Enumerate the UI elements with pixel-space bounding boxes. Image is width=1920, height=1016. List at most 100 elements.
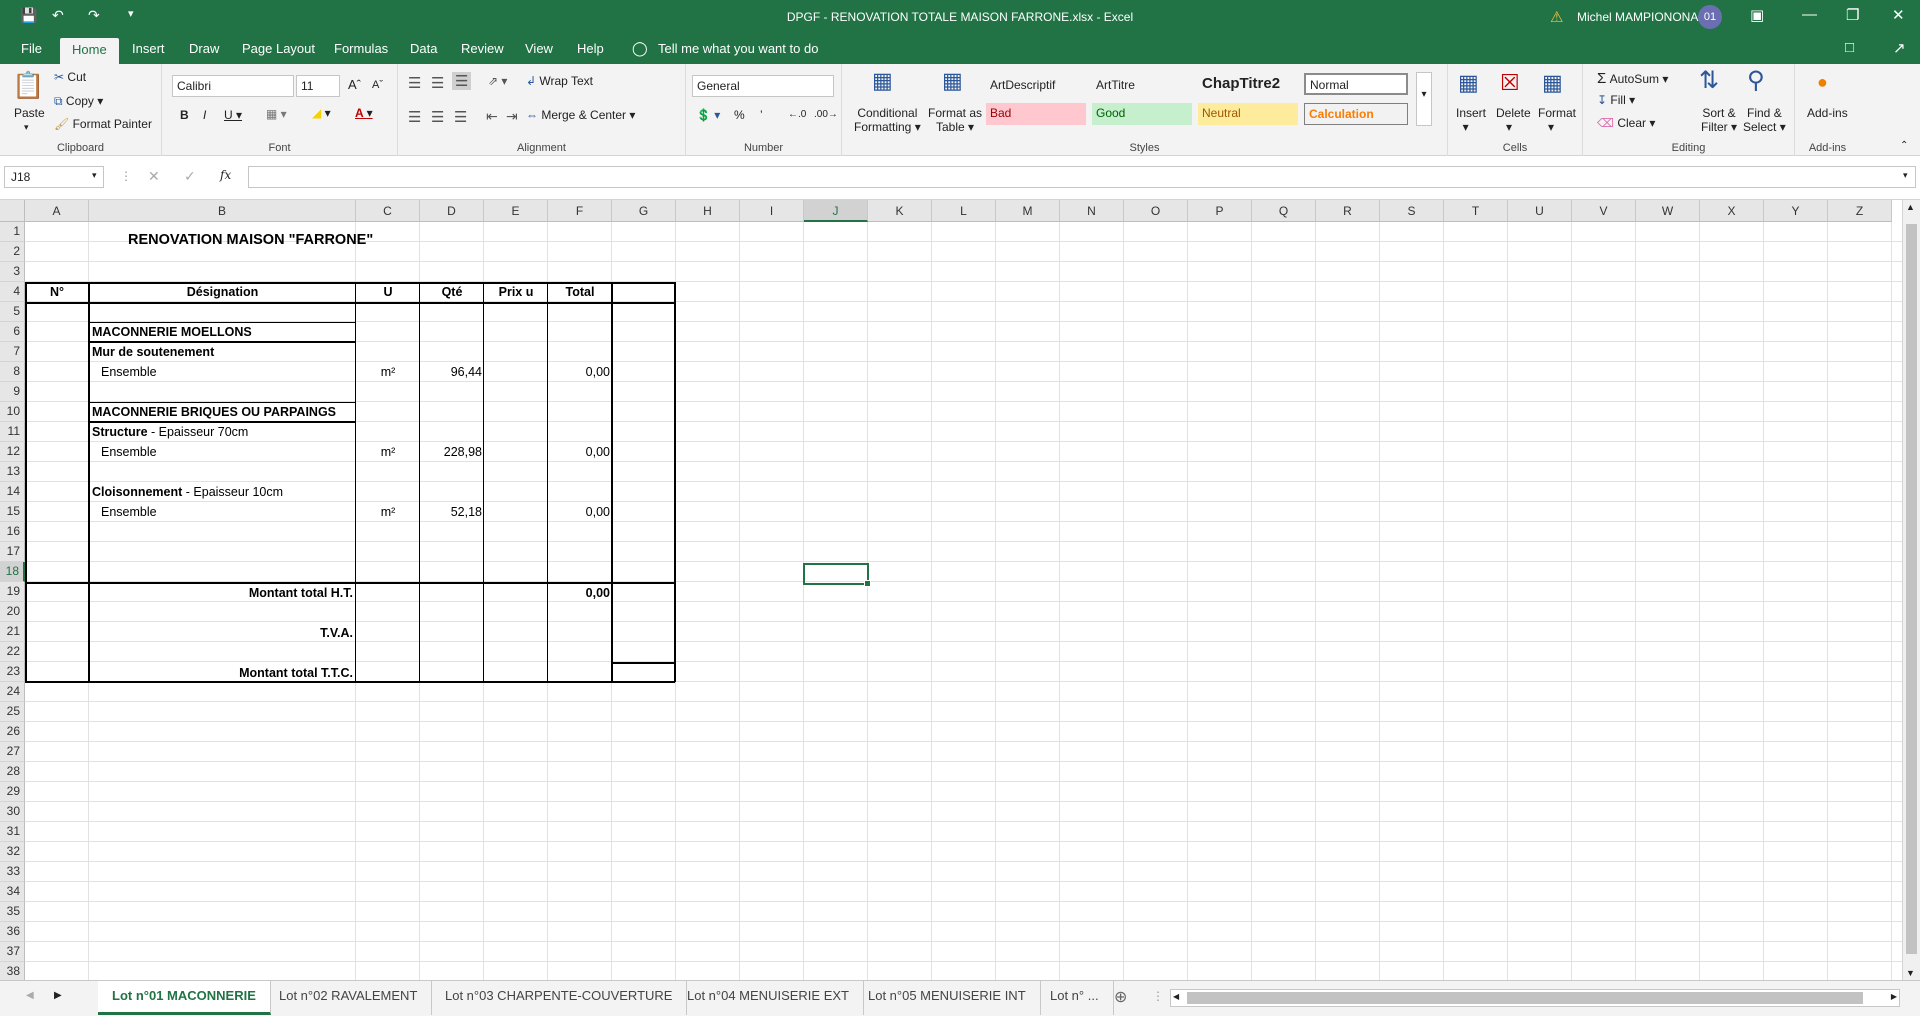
paste-icon[interactable]: 📋 [12,70,44,101]
row-header-32[interactable]: 32 [0,842,25,862]
column-header-e[interactable]: E [484,200,548,222]
row-header-12[interactable]: 12 [0,442,25,462]
row-header-31[interactable]: 31 [0,822,25,842]
scroll-down-icon[interactable]: ▼ [1906,968,1915,978]
align-middle-icon[interactable]: ☰ [431,74,444,92]
enter-icon[interactable]: ✓ [184,168,196,185]
style-good[interactable]: Good [1092,103,1192,125]
row-header-11[interactable]: 11 [0,422,25,442]
column-header-d[interactable]: D [420,200,484,222]
column-header-g[interactable]: G [612,200,676,222]
tab-help[interactable]: Help [577,41,604,56]
wrap-text-button[interactable]: ↲ Wrap Text [526,74,593,88]
row-header-5[interactable]: 5 [0,302,25,322]
insert-cells-button[interactable]: Insert ▾ [1456,106,1486,134]
horizontal-scroll-thumb[interactable] [1187,992,1863,1004]
scroll-right-icon[interactable]: ▶ [1891,992,1897,1001]
align-center-icon[interactable]: ☰ [431,108,444,126]
close-icon[interactable]: ✕ [1892,6,1905,24]
row-header-18[interactable]: 18 [0,562,25,582]
column-header-l[interactable]: L [932,200,996,222]
column-header-i[interactable]: I [740,200,804,222]
row-header-28[interactable]: 28 [0,762,25,782]
column-header-s[interactable]: S [1380,200,1444,222]
row-header-3[interactable]: 3 [0,262,25,282]
align-top-icon[interactable]: ☰ [408,74,421,92]
row-header-25[interactable]: 25 [0,702,25,722]
row-header-33[interactable]: 33 [0,862,25,882]
row-header-13[interactable]: 13 [0,462,25,482]
format-as-table-icon[interactable]: ▦ [942,68,963,94]
tab-insert[interactable]: Insert [132,41,165,56]
row-header-6[interactable]: 6 [0,322,25,342]
user-name[interactable]: Michel MAMPIONONA [1577,10,1698,24]
row-header-36[interactable]: 36 [0,922,25,942]
tab-home[interactable]: Home [60,38,119,64]
sheet-tab-lot04[interactable]: Lot n°04 MENUISERIE EXT [673,981,864,1015]
row-header-37[interactable]: 37 [0,942,25,962]
style-calculation[interactable]: Calculation [1304,103,1408,125]
copy-button[interactable]: ⧉ Copy ▾ [54,94,103,109]
increase-indent-icon[interactable]: ⇥ [506,108,518,125]
row-header-38[interactable]: 38 [0,962,25,980]
row-header-19[interactable]: 19 [0,582,25,602]
conditional-formatting-icon[interactable]: ▦ [872,68,893,94]
tab-review[interactable]: Review [461,41,504,56]
row-header-15[interactable]: 15 [0,502,25,522]
row-header-16[interactable]: 16 [0,522,25,542]
avatar[interactable]: 01 [1698,5,1722,29]
sort-filter-icon[interactable]: ⇅ [1699,66,1719,95]
bold-button[interactable]: B [180,108,189,122]
column-header-n[interactable]: N [1060,200,1124,222]
sheet-tab-lot02[interactable]: Lot n°02 RAVALEMENT [265,981,433,1015]
font-color-icon[interactable]: A ▾ [355,106,373,120]
row-header-26[interactable]: 26 [0,722,25,742]
row-header-14[interactable]: 14 [0,482,25,502]
format-as-table-button[interactable]: Format as Table ▾ [928,106,982,134]
cancel-icon[interactable]: ✕ [148,168,160,185]
row-header-9[interactable]: 9 [0,382,25,402]
row-header-4[interactable]: 4 [0,282,25,302]
row-header-7[interactable]: 7 [0,342,25,362]
comments-icon[interactable]: □ [1845,39,1854,56]
column-header-f[interactable]: F [548,200,612,222]
row-header-22[interactable]: 22 [0,642,25,662]
prev-sheet-icon[interactable]: ◀ [26,990,34,1001]
sheet-tab-more[interactable]: Lot n° ... [1036,981,1114,1015]
ribbon-display-options-icon[interactable]: ▣ [1750,6,1764,24]
align-left-icon[interactable]: ☰ [408,108,421,126]
fill-color-icon[interactable]: ◢ ▾ [312,106,331,120]
insert-function-icon[interactable]: fx [220,168,231,182]
sort-filter-button[interactable]: Sort & Filter ▾ [1701,106,1737,134]
spreadsheet-grid[interactable]: ABCDEFGHIJKLMNOPQRSTUVWXYZ 1 2 3 4 5 6 7 8 9 10 11… [0,200,1902,980]
column-header-v[interactable]: V [1572,200,1636,222]
increase-font-icon[interactable]: Aˆ [348,77,361,92]
style-bad[interactable]: Bad [986,103,1086,125]
horizontal-scrollbar[interactable]: ◀ ▶ [1170,989,1900,1007]
column-header-t[interactable]: T [1444,200,1508,222]
font-size-select[interactable]: 11 [296,75,340,97]
tell-me-search[interactable]: Tell me what you want to do [658,41,818,56]
addins-button[interactable]: Add-ins [1807,106,1848,120]
tab-view[interactable]: View [525,41,553,56]
column-header-u[interactable]: U [1508,200,1572,222]
column-header-q[interactable]: Q [1252,200,1316,222]
row-header-20[interactable]: 20 [0,602,25,622]
row-header-1[interactable]: 1 [0,222,25,242]
tab-draw[interactable]: Draw [189,41,219,56]
tab-formulas[interactable]: Formulas [334,41,388,56]
increase-decimal-icon[interactable]: ←.0 [788,109,806,120]
warning-icon[interactable]: ⚠ [1550,8,1563,26]
merge-center-button[interactable]: ⇔ Merge & Center ▾ [526,108,635,122]
name-box-dropdown-icon[interactable]: ▾ [92,170,97,181]
name-box[interactable]: J18 [4,166,104,188]
row-header-17[interactable]: 17 [0,542,25,562]
tab-page-layout[interactable]: Page Layout [242,41,315,56]
italic-button[interactable]: I [203,108,206,122]
delete-cells-button[interactable]: Delete ▾ [1496,106,1531,134]
row-header-2[interactable]: 2 [0,242,25,262]
delete-cells-icon[interactable]: ☒ [1500,70,1520,96]
column-header-c[interactable]: C [356,200,420,222]
minimize-icon[interactable]: — [1802,6,1817,23]
align-bottom-icon[interactable]: ☰ [452,72,472,90]
